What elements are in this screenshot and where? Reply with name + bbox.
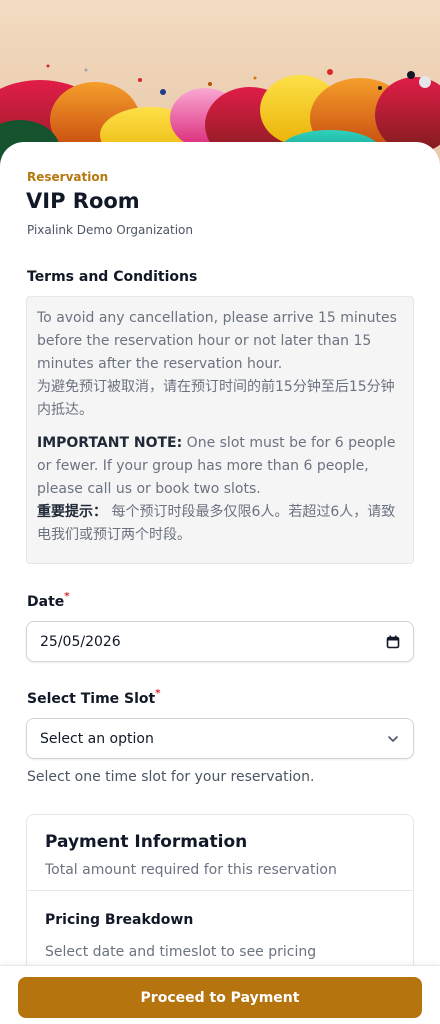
calendar-icon[interactable] bbox=[385, 634, 401, 650]
pricing-breakdown-note: Select date and timeslot to see pricing bbox=[45, 944, 317, 960]
terms-box: To avoid any cancellation, please arrive… bbox=[26, 296, 414, 564]
important-note-zh: 重要提示： 每个预订时段最多仅限6人。若超过6人，请致电我们或预订两个时段。 bbox=[37, 501, 403, 547]
payment-subtitle: Total amount required for this reservati… bbox=[45, 862, 337, 878]
proceed-to-payment-button[interactable]: Proceed to Payment bbox=[18, 977, 422, 1018]
timeslot-select[interactable]: Select an option bbox=[26, 718, 414, 759]
timeslot-selected-value: Select an option bbox=[40, 730, 154, 747]
footer-bar: Proceed to Payment bbox=[0, 965, 440, 1024]
important-note-label: IMPORTANT NOTE: bbox=[37, 435, 183, 451]
date-value: 25/05/2026 bbox=[40, 633, 121, 650]
terms-paragraph-en: To avoid any cancellation, please arrive… bbox=[37, 310, 397, 372]
terms-paragraph-zh: 为避免预订被取消，请在预订时间的前15分钟至后15分钟内抵达。 bbox=[37, 379, 395, 418]
reservation-eyebrow: Reservation bbox=[27, 170, 109, 184]
divider bbox=[27, 890, 413, 891]
important-note-label-zh: 重要提示： bbox=[37, 504, 107, 520]
page-title: VIP Room bbox=[26, 189, 140, 213]
payment-title: Payment Information bbox=[45, 832, 248, 852]
date-label: Date* bbox=[27, 591, 70, 610]
organization-name: Pixalink Demo Organization bbox=[27, 223, 193, 237]
chevron-down-icon[interactable] bbox=[385, 731, 401, 747]
pricing-breakdown-heading: Pricing Breakdown bbox=[45, 912, 194, 928]
important-note-en: IMPORTANT NOTE: One slot must be for 6 p… bbox=[37, 432, 403, 501]
required-mark: * bbox=[64, 591, 70, 602]
timeslot-helper-text: Select one time slot for your reservatio… bbox=[27, 769, 315, 785]
timeslot-label: Select Time Slot* bbox=[27, 688, 161, 707]
terms-heading: Terms and Conditions bbox=[27, 269, 198, 285]
date-input[interactable]: 25/05/2026 bbox=[26, 621, 414, 662]
required-mark: * bbox=[155, 688, 161, 699]
